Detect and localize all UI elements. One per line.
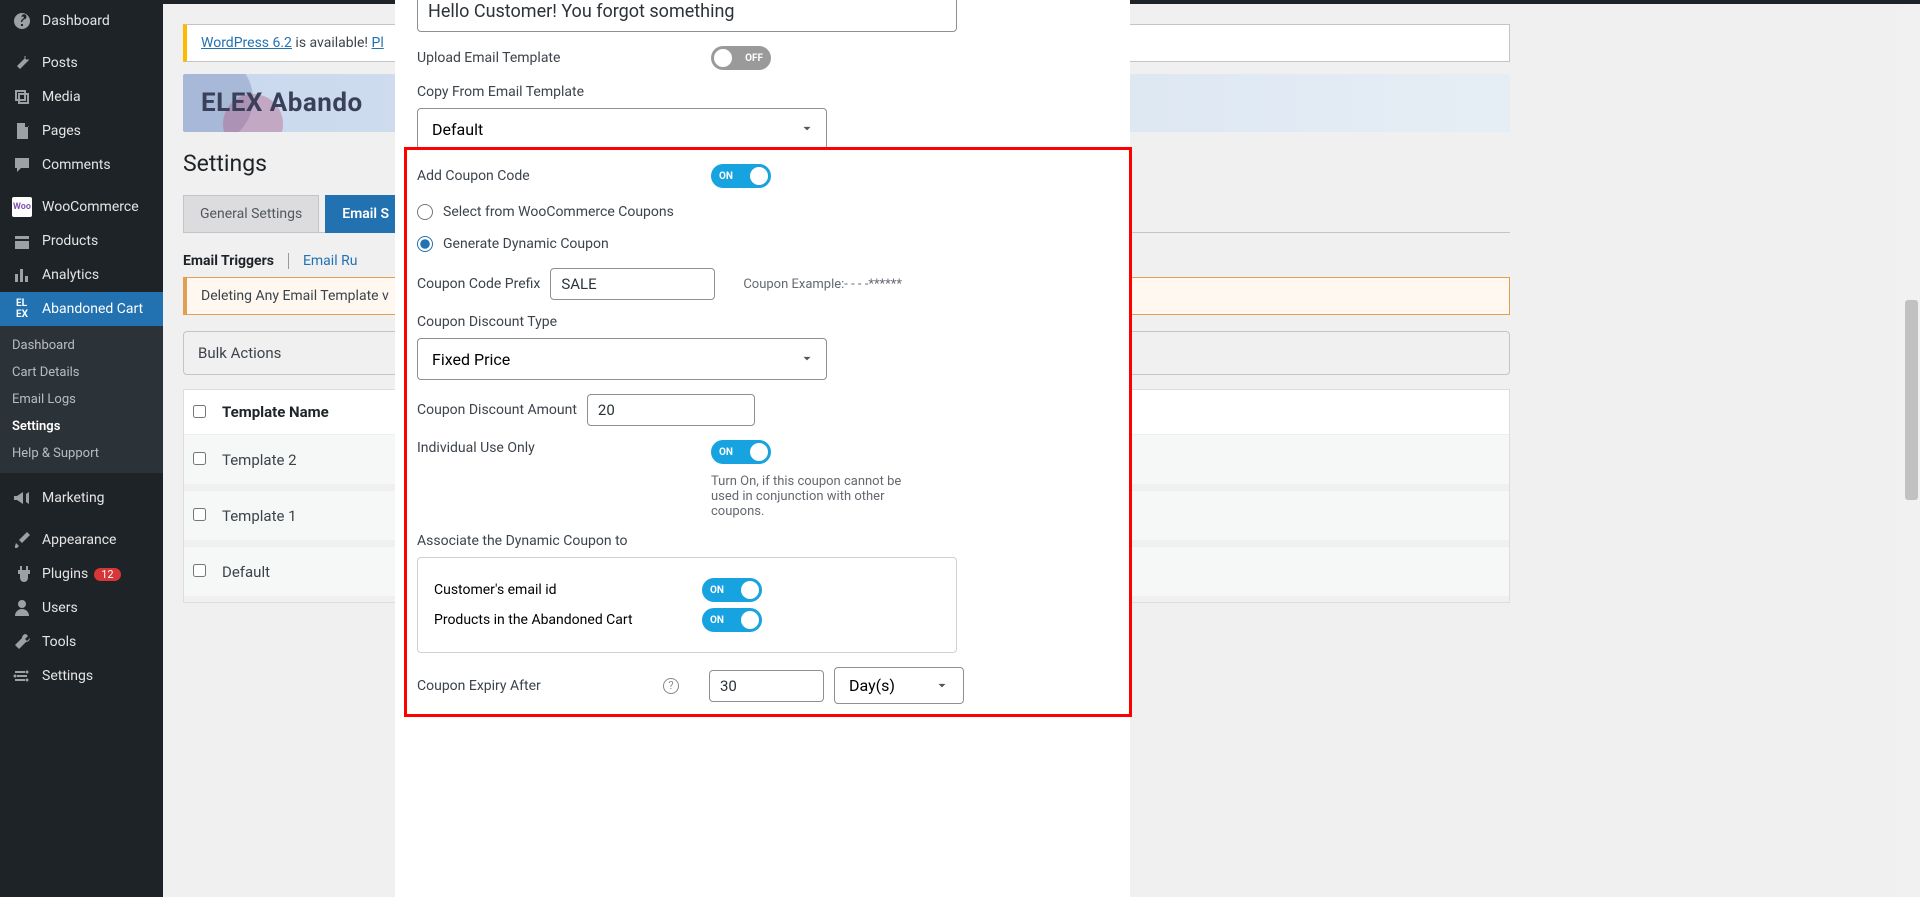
plugin-icon [12,564,32,584]
woo-icon: Woo [12,197,32,217]
individual-use-toggle[interactable]: ON [711,440,771,464]
update-link[interactable]: Pl [372,35,384,51]
elex-icon: ELEX [12,299,32,319]
sidebar-appearance[interactable]: Appearance [0,523,163,557]
chevron-down-icon [800,351,814,370]
sidebar-settings[interactable]: Settings [0,659,163,693]
row-checkbox[interactable] [193,452,206,465]
products-icon [12,231,32,251]
sidebar-label: Tools [42,634,76,650]
sidebar-posts[interactable]: Posts [0,46,163,80]
sidebar-tools[interactable]: Tools [0,625,163,659]
sidebar-users[interactable]: Users [0,591,163,625]
discount-type-label: Coupon Discount Type [417,314,1108,330]
coupon-prefix-input[interactable] [550,268,715,300]
sidebar-media[interactable]: Media [0,80,163,114]
coupon-example-text: Coupon Example:- - - -****** [743,277,902,292]
sidebar-products[interactable]: Products [0,224,163,258]
pin-icon [12,53,32,73]
individual-use-label: Individual Use Only [417,440,701,456]
subtab-triggers[interactable]: Email Triggers [183,253,289,269]
assoc-products-label: Products in the Abandoned Cart [434,612,702,628]
pages-icon [12,121,32,141]
analytics-icon [12,265,32,285]
associate-box: Customer's email id ON Products in the A… [417,557,957,653]
sidebar-label: Appearance [42,532,116,548]
sidebar-label: Products [42,233,98,249]
add-coupon-label: Add Coupon Code [417,168,701,184]
subtab-rules[interactable]: Email Ru [289,253,371,269]
users-icon [12,598,32,618]
row-checkbox[interactable] [193,564,206,577]
copy-template-label: Copy From Email Template [417,84,1108,100]
sidebar-label: Users [42,600,78,616]
assoc-products-toggle[interactable]: ON [702,608,762,632]
sidebar-plugins[interactable]: Plugins 12 [0,557,163,591]
wp-version-link[interactable]: WordPress 6.2 [201,35,292,51]
radio-dynamic-coupon[interactable]: Generate Dynamic Coupon [417,236,1108,252]
coupon-expiry-input[interactable] [709,670,824,702]
sidebar-label: Dashboard [42,13,110,29]
row-checkbox[interactable] [193,508,206,521]
sidebar-marketing[interactable]: Marketing [0,481,163,515]
chevron-down-icon [800,121,814,140]
submenu-cart-details[interactable]: Cart Details [0,359,163,386]
submenu-email-logs[interactable]: Email Logs [0,386,163,413]
sidebar-label: Analytics [42,267,99,283]
comments-icon [12,155,32,175]
submenu-dashboard[interactable]: Dashboard [0,332,163,359]
scrollbar-thumb[interactable] [1905,300,1918,500]
coupon-expiry-unit-select[interactable]: Day(s) [834,667,964,704]
sidebar-label: Marketing [42,490,105,506]
chevron-down-icon [935,679,949,693]
sidebar-label: Plugins [42,566,88,582]
settings-icon [12,666,32,686]
col-template-name: Template Name [214,403,329,421]
discount-amount-label: Coupon Discount Amount [417,402,577,418]
brush-icon [12,530,32,550]
sidebar-label: Media [42,89,81,105]
sidebar-woocommerce[interactable]: Woo WooCommerce [0,190,163,224]
sidebar-comments[interactable]: Comments [0,148,163,182]
dashboard-icon [12,11,32,31]
help-icon[interactable]: ? [663,678,679,694]
assoc-email-toggle[interactable]: ON [702,578,762,602]
sidebar-dashboard[interactable]: Dashboard [0,4,163,38]
sidebar-label: Posts [42,55,78,71]
upload-template-label: Upload Email Template [417,50,701,66]
radio-wc-coupons[interactable]: Select from WooCommerce Coupons [417,204,1108,220]
copy-template-select[interactable]: Default [417,108,827,150]
discount-amount-input[interactable] [587,394,755,426]
add-coupon-toggle[interactable]: ON [711,164,771,188]
plugins-update-badge: 12 [94,568,120,581]
select-all-checkbox[interactable] [193,405,206,418]
submenu-settings[interactable]: Settings [0,413,163,440]
tab-email[interactable]: Email S [325,195,406,233]
subject-input[interactable] [417,0,957,32]
email-template-panel: Upload Email Template OFF Copy From Emai… [395,0,1130,897]
sidebar-label: Abandoned Cart [42,301,143,317]
media-icon [12,87,32,107]
coupon-expiry-label: Coupon Expiry After [417,678,647,694]
sidebar-abandoned-cart[interactable]: ELEX Abandoned Cart [0,292,163,326]
tools-icon [12,632,32,652]
admin-sidebar: Dashboard Posts Media Pages Comments Woo… [0,4,163,897]
individual-use-hint: Turn On, if this coupon cannot be used i… [711,474,921,519]
discount-type-select[interactable]: Fixed Price [417,338,827,380]
assoc-email-label: Customer's email id [434,582,702,598]
submenu-help[interactable]: Help & Support [0,440,163,467]
sidebar-label: Pages [42,123,81,139]
megaphone-icon [12,488,32,508]
associate-label: Associate the Dynamic Coupon to [417,533,1108,549]
tab-general[interactable]: General Settings [183,195,319,233]
abandoned-cart-submenu: Dashboard Cart Details Email Logs Settin… [0,326,163,473]
coupon-prefix-label: Coupon Code Prefix [417,276,540,292]
sidebar-label: WooCommerce [42,199,139,215]
sidebar-label: Comments [42,157,111,173]
upload-template-toggle[interactable]: OFF [711,46,771,70]
sidebar-pages[interactable]: Pages [0,114,163,148]
sidebar-analytics[interactable]: Analytics [0,258,163,292]
sidebar-label: Settings [42,668,93,684]
